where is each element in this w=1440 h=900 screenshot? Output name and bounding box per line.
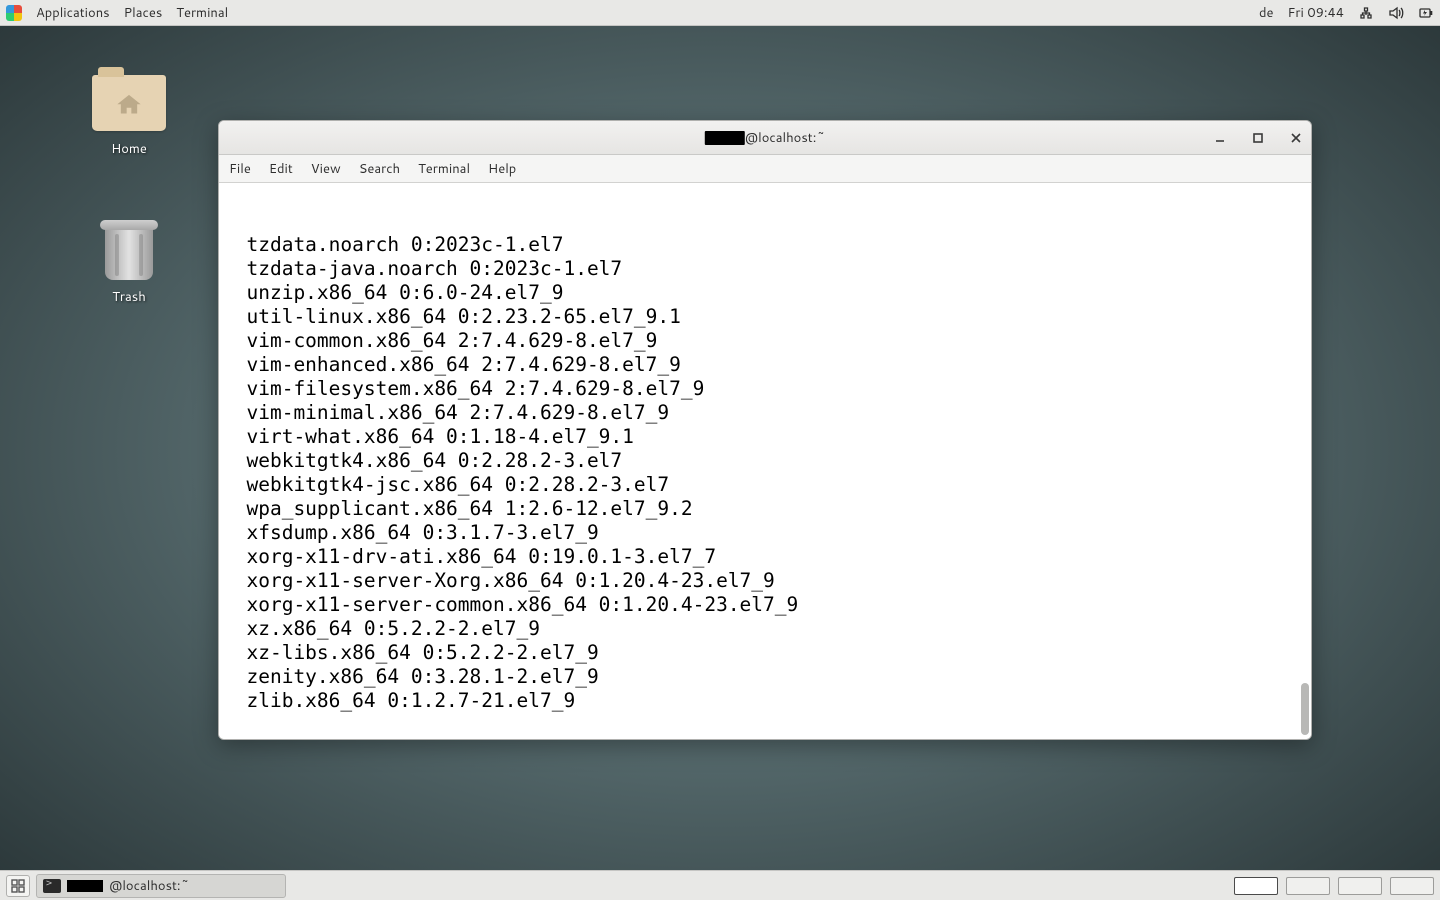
bottom-panel: @localhost:~ [0,870,1440,900]
close-button[interactable] [1287,129,1305,147]
menu-terminal[interactable]: Terminal [176,4,228,22]
redacted-username [705,131,745,145]
volume-icon[interactable] [1388,5,1404,21]
minimize-button[interactable] [1211,129,1229,147]
window-title: @localhost:~ [705,129,825,147]
menu-applications[interactable]: Applications [36,4,110,22]
clock[interactable]: Fri 09:44 [1287,4,1344,22]
battery-icon[interactable] [1418,5,1434,21]
menu-file[interactable]: File [229,160,251,178]
desktop-home-label: Home [84,140,174,158]
terminal-output[interactable]: tzdata.noarch 0:2023c-1.el7 tzdata-java.… [219,183,1311,739]
activities-icon [6,5,22,21]
scrollbar-thumb[interactable] [1301,683,1309,735]
folder-icon [92,75,166,131]
top-panel: Applications Places Terminal de Fri 09:4… [0,0,1440,26]
maximize-button[interactable] [1249,129,1267,147]
menu-view[interactable]: View [311,160,341,178]
menu-edit[interactable]: Edit [269,160,293,178]
desktop-trash-label: Trash [84,288,174,306]
menu-search[interactable]: Search [359,160,400,178]
window-menubar: File Edit View Search Terminal Help [219,155,1311,183]
desktop-home-icon[interactable]: Home [84,72,174,158]
terminal-window: @localhost:~ File Edit View Search Termi… [218,120,1312,740]
window-titlebar[interactable]: @localhost:~ [219,121,1311,155]
workspace-4[interactable] [1390,877,1434,895]
menu-help[interactable]: Help [488,160,516,178]
taskbar-item-terminal[interactable]: @localhost:~ [36,874,286,898]
workspace-2[interactable] [1286,877,1330,895]
trash-icon [99,220,159,282]
keyboard-layout-indicator[interactable]: de [1259,4,1274,22]
workspace-3[interactable] [1338,877,1382,895]
redacted-username [67,880,103,892]
network-icon[interactable] [1358,5,1374,21]
show-desktop-button[interactable] [6,875,30,897]
terminal-mini-icon [43,879,61,893]
menu-terminal-app[interactable]: Terminal [418,160,470,178]
taskbar-item-label: @localhost:~ [109,877,189,895]
desktop-trash-icon[interactable]: Trash [84,220,174,306]
terminal-scrollbar[interactable] [1301,183,1309,735]
menu-places[interactable]: Places [124,4,163,22]
workspace-1[interactable] [1234,877,1278,895]
